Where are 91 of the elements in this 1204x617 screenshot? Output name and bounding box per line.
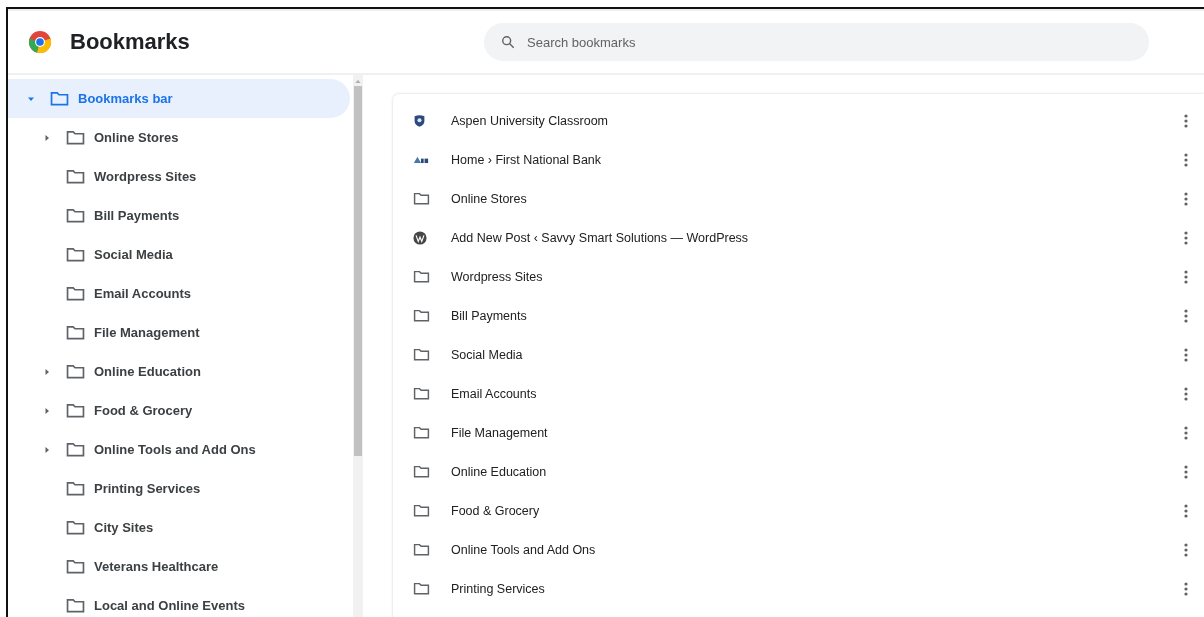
folder-icon: [413, 348, 430, 361]
bookmark-title: Printing Services: [451, 581, 546, 596]
wordpress-logo-icon: [413, 230, 427, 245]
folder-icon: [66, 286, 85, 301]
folder-icon: [66, 130, 85, 145]
search-icon: [501, 35, 515, 49]
bookmark-row[interactable]: Online Education: [393, 452, 1204, 491]
folder-icon: [413, 504, 430, 517]
tree-item[interactable]: Email Accounts: [8, 274, 350, 313]
tree-item[interactable]: Wordpress Sites: [8, 157, 350, 196]
bookmark-row[interactable]: Online Tools and Add Ons: [393, 530, 1204, 569]
bookmark-row[interactable]: Wordpress Sites: [393, 257, 1204, 296]
folder-icon: [66, 559, 85, 574]
more-options-icon[interactable]: [1184, 464, 1188, 479]
tree-item[interactable]: Online Tools and Add Ons: [8, 430, 350, 469]
bookmark-title: Online Education: [451, 464, 548, 479]
bookmark-title: Bill Payments: [451, 308, 528, 323]
more-options-icon[interactable]: [1184, 269, 1188, 284]
bookmark-title: Add New Post ‹ Savvy Smart Solutions — WordPress: [451, 230, 750, 245]
folder-icon: [413, 270, 430, 283]
tree-item[interactable]: Social Media: [8, 235, 350, 274]
folder-icon: [66, 364, 85, 379]
bookmark-title: File Management: [451, 425, 549, 440]
folder-icon: [66, 520, 85, 535]
caret-right-icon: [43, 406, 51, 415]
folder-icon: [66, 442, 85, 457]
folder-icon: [66, 208, 85, 223]
more-options-icon[interactable]: [1184, 308, 1188, 323]
tree-item[interactable]: File Management: [8, 313, 350, 352]
bookmark-row[interactable]: Bill Payments: [393, 296, 1204, 335]
caret-right-icon: [43, 133, 51, 142]
folder-icon: [413, 387, 430, 400]
tree-item[interactable]: Printing Services: [8, 469, 350, 508]
more-options-icon[interactable]: [1184, 542, 1188, 557]
bookmark-row[interactable]: Email Accounts: [393, 374, 1204, 413]
folder-icon: [413, 582, 430, 595]
more-options-icon[interactable]: [1184, 386, 1188, 401]
bookmark-title: Social Media: [451, 347, 524, 362]
shield-icon: [413, 113, 426, 128]
bookmark-row[interactable]: Add New Post ‹ Savvy Smart Solutions — WordPress: [393, 218, 1204, 257]
bookmark-row[interactable]: Social Media: [393, 335, 1204, 374]
search-field[interactable]: Search bookmarks: [484, 23, 1149, 61]
bookmark-title: Online Tools and Add Ons: [451, 542, 597, 557]
tree-item[interactable]: Local and Online Events: [8, 586, 350, 617]
tree-item[interactable]: Bill Payments: [8, 196, 350, 235]
page-title: Bookmarks: [70, 29, 190, 55]
bank-logo-icon: [413, 155, 429, 164]
tree-item[interactable]: Food & Grocery: [8, 391, 350, 430]
more-options-icon[interactable]: [1184, 230, 1188, 245]
more-options-icon[interactable]: [1184, 581, 1188, 596]
folder-icon: [413, 192, 430, 205]
folder-icon: [413, 465, 430, 478]
scrollbar-thumb[interactable]: [354, 86, 362, 456]
tree-item[interactable]: Online Stores: [8, 118, 350, 157]
tree-item[interactable]: Bookmarks bar: [8, 79, 350, 118]
folder-icon: [413, 426, 430, 439]
folder-icon: [413, 309, 430, 322]
bookmark-title: Online Stores: [451, 191, 528, 206]
folder-icon: [66, 598, 85, 613]
tree-item[interactable]: Online Education: [8, 352, 350, 391]
folder-icon: [66, 325, 85, 340]
bookmark-title: Food & Grocery: [451, 503, 541, 518]
browser-logo-icon: [28, 30, 52, 54]
more-options-icon[interactable]: [1184, 425, 1188, 440]
more-options-icon[interactable]: [1184, 191, 1188, 206]
folder-icon: [66, 247, 85, 262]
more-options-icon[interactable]: [1184, 347, 1188, 362]
scrollbar[interactable]: [353, 75, 363, 617]
bookmark-row[interactable]: File Management: [393, 413, 1204, 452]
bookmark-title: Aspen University Classroom: [451, 113, 609, 128]
bookmark-title: Wordpress Sites: [451, 269, 544, 284]
folder-icon: [66, 481, 85, 496]
tree-item[interactable]: City Sites: [8, 508, 350, 547]
caret-right-icon: [43, 445, 51, 454]
scroll-up-icon: [355, 79, 361, 83]
bookmark-row[interactable]: Aspen University Classroom: [393, 101, 1204, 140]
folder-icon: [50, 91, 69, 106]
more-options-icon[interactable]: [1184, 503, 1188, 518]
folder-icon: [66, 403, 85, 418]
more-options-icon[interactable]: [1184, 113, 1188, 128]
tree-item[interactable]: Veterans Healthcare: [8, 547, 350, 586]
caret-right-icon: [43, 367, 51, 376]
folder-icon: [66, 169, 85, 184]
bookmark-row[interactable]: Home › First National Bank: [393, 140, 1204, 179]
bookmark-title: Home › First National Bank: [451, 152, 603, 167]
more-options-icon[interactable]: [1184, 152, 1188, 167]
bookmark-row[interactable]: Online Stores: [393, 179, 1204, 218]
bookmark-title: Email Accounts: [451, 386, 538, 401]
bookmark-row[interactable]: Printing Services: [393, 569, 1204, 608]
bookmark-row[interactable]: Food & Grocery: [393, 491, 1204, 530]
folder-icon: [413, 543, 430, 556]
